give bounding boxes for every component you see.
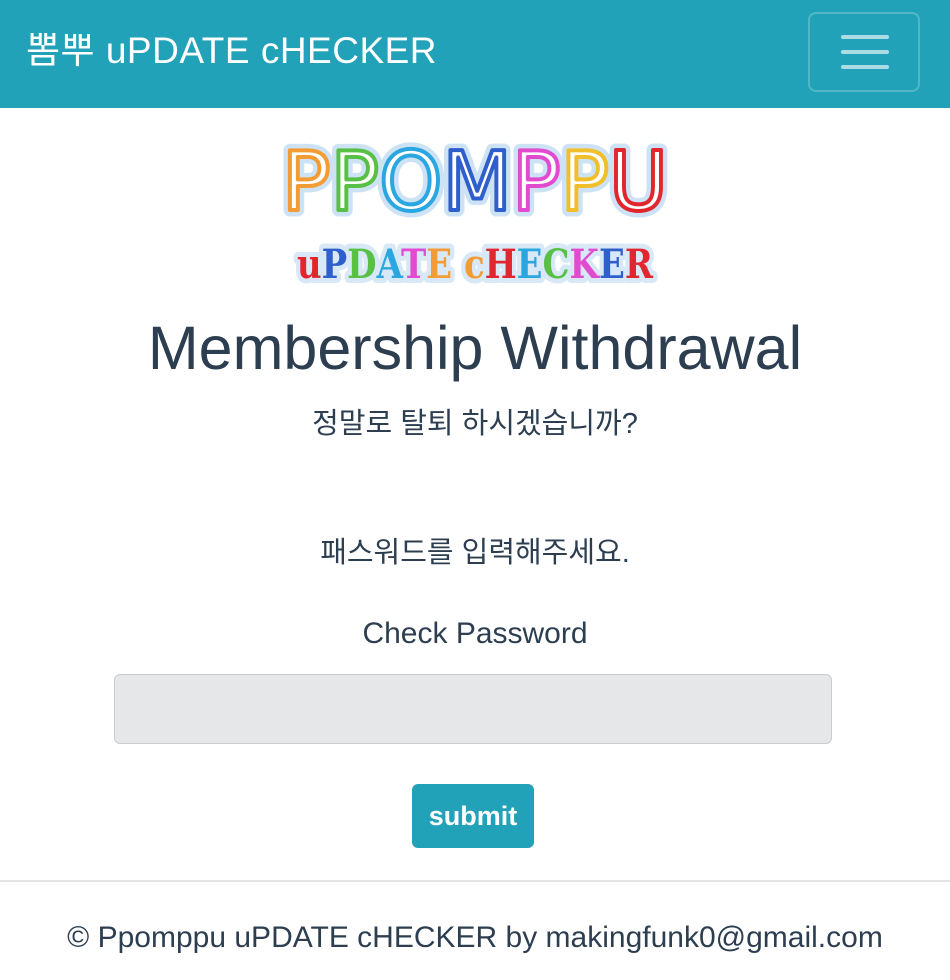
confirm-question: 정말로 탈퇴 하시겠습니까? <box>312 408 638 440</box>
hamburger-menu-icon-bar-3 <box>841 65 889 69</box>
navbar-brand[interactable]: 뽐뿌 uPDATE cHECKER <box>26 26 437 76</box>
logo-letter: O <box>379 135 442 230</box>
hamburger-menu-icon-bar-2 <box>841 50 889 54</box>
password-prompt: 패스워드를 입력해주세요. <box>320 537 630 569</box>
navbar: 뽐뿌 uPDATE cHECKER <box>0 0 950 108</box>
submit-button[interactable]: submit <box>412 784 534 848</box>
password-input[interactable] <box>114 674 832 744</box>
logo-letter: P <box>282 135 331 230</box>
logo-letter: U <box>609 135 668 230</box>
hamburger-menu-icon <box>841 35 889 39</box>
check-password-label: Check Password <box>362 617 588 650</box>
navbar-toggle-button[interactable] <box>808 12 920 92</box>
footer-text: © Ppomppu uPDATE cHECKER by makingfunk0@… <box>67 921 883 954</box>
logo-letter: P <box>331 135 380 230</box>
footer-divider <box>0 880 950 882</box>
logo-line2-color: uPDATE cHECKER <box>297 241 654 288</box>
logo-line1-color: PPOMPPU <box>282 135 668 230</box>
logo-letter: P <box>561 135 610 230</box>
ppomppu-logo: PPOMPPU PPOMPPU uPDATE cHECKER uPDATE cH… <box>276 132 675 293</box>
logo-letter: M <box>442 135 511 230</box>
logo-letter: P <box>512 135 561 230</box>
page-title: Membership Withdrawal <box>147 314 803 382</box>
